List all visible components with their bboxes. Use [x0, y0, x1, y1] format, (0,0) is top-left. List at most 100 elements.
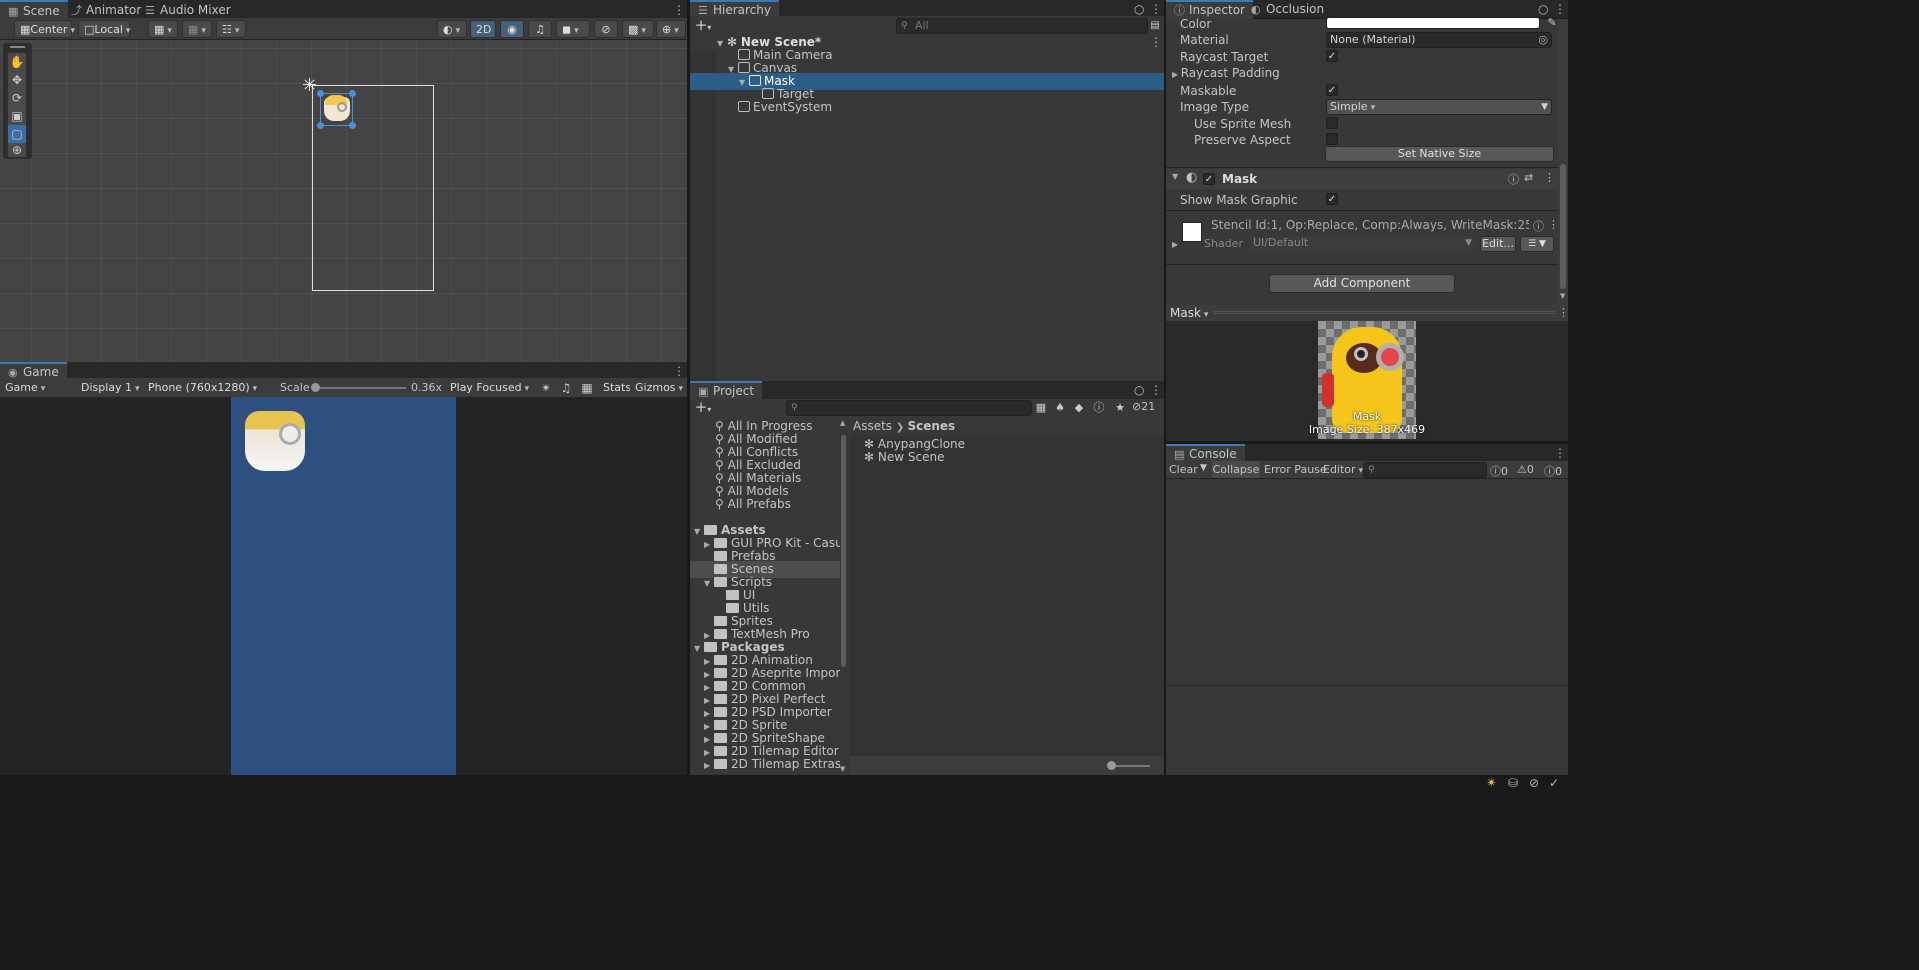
- progress-check-icon[interactable]: ✓: [1549, 776, 1559, 790]
- speaker-icon[interactable]: ♫: [557, 379, 575, 397]
- icon-size-slider-thumb[interactable]: [1107, 761, 1116, 770]
- image-type-dropdown[interactable]: Simple ▼: [1326, 99, 1552, 115]
- material-foldout-icon[interactable]: ▶: [1172, 240, 1178, 249]
- hand-tool-icon[interactable]: ✋: [8, 53, 26, 71]
- hierarchy-lock-icon[interactable]: ○: [1134, 3, 1144, 15]
- component-menu-icon[interactable]: ⋮: [1544, 171, 1555, 184]
- shader-edit-button[interactable]: Edit...: [1480, 236, 1516, 252]
- breadcrumb-scenes[interactable]: Scenes: [907, 419, 955, 433]
- project-create-icon[interactable]: +▾: [692, 399, 714, 417]
- inspector-scroll-down-icon[interactable]: ▼: [1560, 292, 1565, 300]
- mask-rect-handles[interactable]: [317, 90, 356, 129]
- package-item[interactable]: ▶ 2D Tilemap Extras: [690, 756, 840, 773]
- hidden-packages-toggle[interactable]: ⊘21: [1132, 400, 1155, 413]
- tree-scrollbar-thumb[interactable]: [841, 435, 846, 667]
- resolution-dropdown[interactable]: Phone (760x1280): [143, 379, 273, 397]
- log-filter-icon[interactable]: ⓘ: [1090, 399, 1108, 417]
- tag-icon[interactable]: ◆: [1070, 399, 1088, 417]
- mask-component-header[interactable]: ▼ ◐ ✓ Mask ⓘ ⇄ ⋮: [1166, 169, 1558, 189]
- scene-menu-icon[interactable]: ⋮: [673, 4, 685, 16]
- preview-menu-icon[interactable]: ⋮: [1558, 306, 1568, 319]
- camera-dropdown[interactable]: ▩: [622, 20, 654, 38]
- game-gizmos-dropdown[interactable]: Gizmos: [630, 379, 686, 397]
- create-add-icon[interactable]: +▾: [692, 17, 714, 35]
- increment-snap-button[interactable]: ☷: [216, 20, 246, 38]
- maskable-checkbox[interactable]: ✓: [1326, 84, 1338, 96]
- network-off-icon[interactable]: ⊘: [1529, 776, 1539, 790]
- breadcrumb-assets[interactable]: Assets: [853, 419, 892, 433]
- tree-scroll-up-icon[interactable]: ▲: [840, 419, 845, 427]
- hierarchy-item-eventsystem[interactable]: EventSystem: [690, 99, 1164, 116]
- debug-mode-icon[interactable]: ✴: [1486, 776, 1497, 791]
- game-canvas[interactable]: [231, 397, 456, 775]
- mask-enabled-checkbox[interactable]: ✓: [1203, 173, 1215, 185]
- material-help-icon[interactable]: ⓘ: [1533, 218, 1544, 234]
- warning-count-toggle[interactable]: ⚠0: [1517, 463, 1534, 476]
- project-menu-icon[interactable]: ⋮: [1150, 384, 1162, 396]
- presets-icon[interactable]: ⇄: [1524, 171, 1533, 184]
- scene-visibility-icon[interactable]: ▤: [1148, 17, 1162, 35]
- scale-tool-icon[interactable]: ▣: [8, 107, 26, 125]
- transform-tool-icon[interactable]: ⊕: [8, 143, 26, 157]
- add-component-button[interactable]: Add Component: [1269, 274, 1455, 293]
- space-dropdown[interactable]: □Local: [78, 20, 130, 38]
- grid-snap-button[interactable]: ▦: [148, 20, 178, 38]
- foldout-expanded-icon[interactable]: ▼: [1172, 172, 1178, 181]
- help-icon[interactable]: ⓘ: [1508, 171, 1519, 187]
- 2d-toggle-button[interactable]: 2D: [470, 20, 496, 38]
- shader-dropdown[interactable]: UI/Default ▼: [1250, 236, 1475, 252]
- bug-icon[interactable]: ✴: [537, 379, 555, 397]
- use-sprite-mesh-checkbox[interactable]: [1326, 117, 1338, 129]
- console-search-input[interactable]: ⚲: [1363, 462, 1487, 478]
- inspector-scrollbar-thumb[interactable]: [1560, 164, 1566, 289]
- lighting-toggle-button[interactable]: ◉: [500, 20, 524, 38]
- scene-viewport[interactable]: ✳: [0, 40, 687, 362]
- console-menu-icon[interactable]: ⋮: [1554, 447, 1566, 459]
- hidden-objects-toggle[interactable]: ⊘: [594, 20, 618, 38]
- tab-occlusion[interactable]: ◐ Occlusion: [1243, 0, 1332, 19]
- error-pause-toggle[interactable]: Error Pause: [1264, 463, 1327, 476]
- preview-drag-bar[interactable]: [1213, 311, 1555, 314]
- draw-mode-dropdown[interactable]: ◐: [437, 20, 467, 38]
- game-menu-icon[interactable]: ⋮: [673, 365, 685, 377]
- console-log-area[interactable]: [1166, 479, 1568, 685]
- rotate-tool-icon[interactable]: ⟳: [8, 89, 26, 107]
- material-field[interactable]: None (Material) ◎: [1326, 32, 1552, 48]
- clear-options-dropdown[interactable]: ▼: [1200, 463, 1207, 473]
- set-native-size-button[interactable]: Set Native Size: [1325, 146, 1554, 162]
- collapse-toggle[interactable]: Collapse: [1212, 461, 1260, 478]
- color-field[interactable]: [1326, 17, 1540, 29]
- gizmos-dropdown[interactable]: ⊕: [656, 20, 686, 38]
- object-picker-icon[interactable]: ◎: [1538, 33, 1548, 47]
- audio-toggle-button[interactable]: ♫: [528, 20, 552, 38]
- project-lock-icon[interactable]: ○: [1134, 384, 1144, 396]
- rect-tool-icon[interactable]: ▢: [8, 125, 26, 143]
- game-view-dropdown[interactable]: Game: [0, 379, 74, 397]
- scale-slider-thumb[interactable]: [311, 383, 320, 392]
- scale-slider-track[interactable]: [312, 387, 406, 389]
- editor-target-dropdown[interactable]: Editor: [1323, 463, 1363, 476]
- play-mode-dropdown[interactable]: Play Focused: [445, 379, 535, 397]
- hierarchy-menu-icon[interactable]: ⋮: [1150, 3, 1162, 15]
- move-tool-icon[interactable]: ✥: [8, 71, 26, 89]
- raycast-padding-label[interactable]: ▶ Raycast Padding: [1172, 66, 1280, 80]
- search-by-label-icon[interactable]: ♠: [1051, 399, 1069, 417]
- search-by-type-icon[interactable]: ▦: [1032, 399, 1050, 417]
- raycast-target-checkbox[interactable]: ✓: [1326, 50, 1338, 62]
- keyboard-icon[interactable]: ▦: [578, 379, 596, 397]
- preview-title-dropdown[interactable]: Mask: [1170, 306, 1208, 320]
- error-count-toggle[interactable]: ⓘ0: [1544, 463, 1562, 479]
- pivot-dropdown[interactable]: ▦Center: [14, 20, 72, 38]
- show-mask-graphic-checkbox[interactable]: ✓: [1326, 193, 1338, 205]
- clear-button[interactable]: Clear: [1169, 463, 1198, 476]
- preserve-aspect-checkbox[interactable]: [1326, 133, 1338, 145]
- effects-dropdown[interactable]: ◼: [556, 20, 590, 38]
- grid-visibility-button[interactable]: ▦: [182, 20, 212, 38]
- cache-server-icon[interactable]: ⛁: [1508, 776, 1518, 790]
- shader-options-dropdown[interactable]: ☰ ▼: [1520, 236, 1554, 252]
- tree-scroll-down-icon[interactable]: ▼: [840, 765, 845, 773]
- log-count-toggle[interactable]: ⓘ0: [1490, 463, 1508, 479]
- favorite-item[interactable]: ⚲ All Prefabs: [690, 496, 840, 513]
- hierarchy-search-input[interactable]: ⚲ All: [896, 18, 1148, 34]
- favorite-star-icon[interactable]: ★: [1111, 399, 1129, 417]
